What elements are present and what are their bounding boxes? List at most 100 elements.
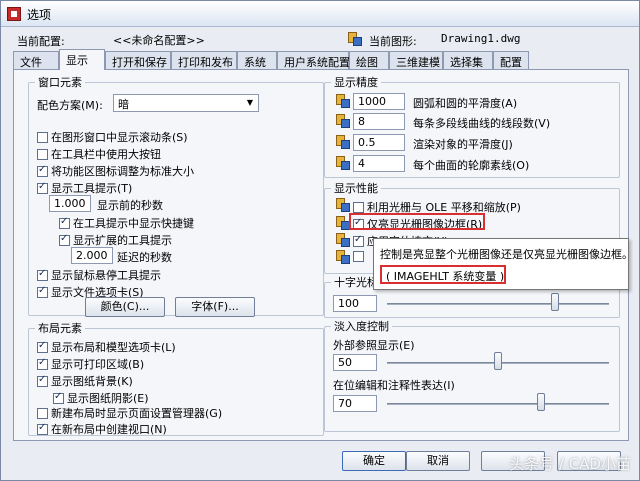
color-scheme-select[interactable]: 暗 ▼ [113,94,259,112]
checkbox[interactable] [37,268,48,281]
cb-create-viewport[interactable]: 在新布局中创建视口(N) [37,421,167,437]
checkbox[interactable] [37,374,48,387]
drawing-setting-icon [335,134,351,150]
render-smoothness-input[interactable]: 0.5 [353,134,405,151]
checkbox[interactable] [37,164,48,177]
xref-display-label: 外部参照显示(E) [333,339,415,352]
display-resolution-group: 显示精度 1000 圆弧和圆的平滑度(A) 8 每条多段线曲线的线段数(V) 0… [324,74,620,178]
inplace-slider-track[interactable] [387,403,609,405]
xref-fade-input[interactable]: 50 [333,354,377,371]
watermark: 头条号 / CAD小苗 [509,455,631,473]
color-scheme-value: 暗 [118,98,129,111]
highlight-annotation-box [349,213,485,230]
checkbox[interactable] [37,132,48,143]
checkbox[interactable] [353,251,364,262]
cb-layout-model-tabs[interactable]: 显示布局和模型选项卡(L) [37,339,176,355]
tooltip-system-variable: ( IMAGEHLT 系统变量 ) [386,270,505,283]
checkbox[interactable] [59,216,70,229]
render-smoothness-label: 渲染对象的平滑度(J) [413,138,513,151]
tooltip-delay-input[interactable]: 1.000 [49,195,91,212]
checkbox[interactable] [37,408,48,419]
autocad-app-icon [7,7,21,21]
colors-button[interactable]: 颜色(C)... [85,297,165,317]
tab-display[interactable]: 显示 [59,49,105,70]
window-elements-title: 窗口元素 [35,74,85,90]
tooltip-description: 控制是亮显整个光栅图像还是仅亮显光栅图像边框。 [380,248,633,261]
checkbox[interactable] [353,202,364,213]
fonts-button[interactable]: 字体(F)... [175,297,255,317]
options-dialog: 选项 当前配置: <<未命名配置>> 当前图形: Drawing1.dwg 文件… [0,0,640,481]
cb-paper-shadow[interactable]: 显示图纸阴影(E) [53,390,149,406]
checkbox[interactable] [37,285,48,298]
cb-page-setup-manager[interactable]: 新建布局时显示页面设置管理器(G) [37,405,222,421]
cb-tooltips[interactable]: 显示工具提示(T) [37,180,132,196]
polyline-segments-input[interactable]: 8 [353,113,405,130]
checkbox[interactable] [37,181,48,194]
tab-system[interactable]: 系统 [237,51,277,69]
tab-open-save[interactable]: 打开和保存 [105,51,171,69]
window-title: 选项 [27,8,52,22]
inplace-slider-thumb[interactable] [536,393,545,411]
checkbox[interactable] [37,422,48,435]
cb-printable-area[interactable]: 显示可打印区域(B) [37,356,144,372]
cb-rollover-tooltips[interactable]: 显示鼠标悬停工具提示 [37,267,161,283]
current-drawing-label: 当前图形: [369,35,417,48]
inplace-fade-input[interactable]: 70 [333,395,377,412]
cb-scrollbars[interactable]: 在图形窗口中显示滚动条(S) [37,129,188,145]
tooltip-delay-label: 显示前的秒数 [97,199,163,212]
checkbox[interactable] [59,233,70,246]
current-config-label: 当前配置: [17,35,65,48]
layout-elements-group: 布局元素 显示布局和模型选项卡(L) 显示可打印区域(B) 显示图纸背景(K) … [28,320,324,437]
fade-control-title: 淡入度控制 [331,318,392,334]
extended-delay-input[interactable]: 2.000 [71,247,113,264]
cb-ribbon-icons[interactable]: 将功能区图标调整为标准大小 [37,163,194,179]
tooltip-popup: 控制是亮显整个光栅图像还是仅亮显光栅图像边框。 ( IMAGEHLT 系统变量 … [373,238,633,290]
arc-smoothness-label: 圆弧和圆的平滑度(A) [413,97,518,110]
drawing-setting-icon [335,249,351,265]
tab-selection[interactable]: 选择集 [443,51,493,69]
checkbox[interactable] [37,149,48,160]
layout-elements-title: 布局元素 [35,320,85,336]
crosshair-slider-track[interactable] [387,303,609,305]
tab-files[interactable]: 文件 [13,51,59,69]
display-performance-title: 显示性能 [331,180,381,196]
crosshair-size-input[interactable]: 100 [333,295,377,312]
contour-lines-input[interactable]: 4 [353,155,405,172]
tab-plot-publish[interactable]: 打印和发布 [171,51,237,69]
drawing-setting-icon [335,232,351,248]
display-resolution-title: 显示精度 [331,74,381,90]
ok-button[interactable]: 确定 [342,451,406,471]
current-drawing-value: Drawing1.dwg [441,32,521,45]
cb-paper-background[interactable]: 显示图纸背景(K) [37,373,133,389]
extended-delay-label: 延迟的秒数 [117,251,172,264]
xref-slider-thumb[interactable] [494,352,502,370]
tab-3d-modeling[interactable]: 三维建模 [389,51,443,69]
drawing-setting-icon [335,155,351,171]
crosshair-slider-thumb[interactable] [551,293,559,311]
current-config-value: <<未命名配置>> [113,34,205,47]
chevron-down-icon: ▼ [246,98,254,107]
checkbox[interactable] [37,340,48,353]
checkbox[interactable] [37,357,48,370]
cb-show-shortcut[interactable]: 在工具提示中显示快捷键 [59,215,194,231]
polyline-segments-label: 每条多段线曲线的线段数(V) [413,117,551,130]
contour-lines-label: 每个曲面的轮廓素线(O) [413,159,530,172]
window-elements-group: 窗口元素 配色方案(M): 暗 ▼ 在图形窗口中显示滚动条(S) 在工具栏中使用… [28,74,324,317]
title-bar: 选项 [1,1,639,27]
fade-control-group: 淡入度控制 外部参照显示(E) 50 在位编辑和注释性表达(I) 70 [324,318,620,432]
tab-drafting[interactable]: 绘图 [349,51,389,69]
cb-large-buttons[interactable]: 在工具栏中使用大按钮 [37,146,161,162]
drawing-setting-icon [335,93,351,109]
drawing-setting-icon [335,113,351,129]
inplace-edit-label: 在位编辑和注释性表达(I) [333,379,455,392]
checkbox[interactable] [53,391,64,404]
cancel-button[interactable]: 取消 [406,451,470,471]
color-scheme-label: 配色方案(M): [37,99,103,112]
drawing-icon [347,31,363,47]
tab-user-preferences[interactable]: 用户系统配置 [277,51,350,69]
checkbox[interactable] [353,234,364,247]
arc-smoothness-input[interactable]: 1000 [353,93,405,110]
cb-extended-tooltips[interactable]: 显示扩展的工具提示 [59,232,172,248]
drawing-setting-icon [335,197,351,213]
tab-profiles[interactable]: 配置 [493,51,529,69]
